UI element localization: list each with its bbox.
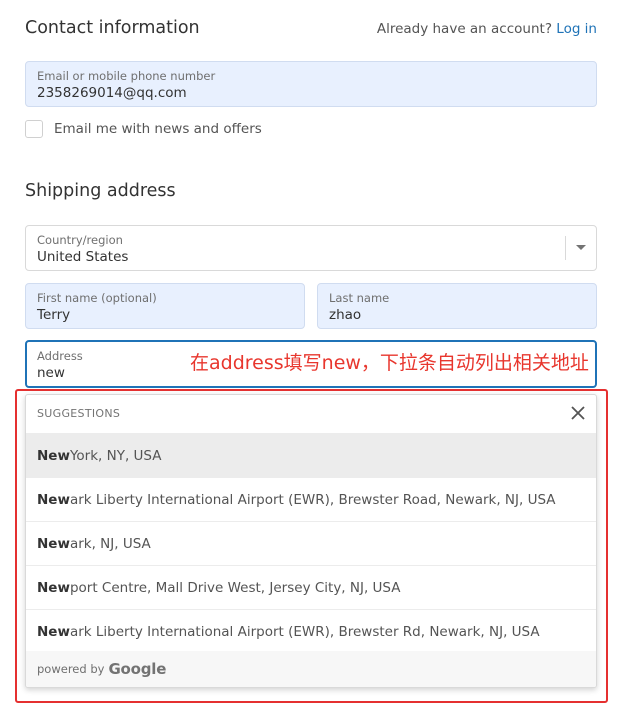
suggestion-item[interactable]: New ark Liberty International Airport (EW… <box>26 609 596 653</box>
powered-by-text: powered by <box>37 662 105 676</box>
email-field[interactable]: Email or mobile phone number 2358269014@… <box>25 61 597 107</box>
country-label: Country/region <box>37 233 123 247</box>
suggestion-match: New <box>37 535 70 552</box>
suggestion-rest: York, NY, USA <box>69 447 162 464</box>
suggestion-match: New <box>37 491 70 508</box>
login-link[interactable]: Log in <box>556 21 597 37</box>
suggestion-item[interactable]: New ark Liberty International Airport (EW… <box>26 477 596 521</box>
first-name-field[interactable]: First name (optional) Terry <box>25 283 305 329</box>
suggestion-match: New <box>37 623 70 640</box>
country-select[interactable]: Country/region United States <box>25 225 597 271</box>
address-label: Address <box>37 349 83 363</box>
email-field-label: Email or mobile phone number <box>37 69 216 83</box>
google-logo: Google <box>108 660 167 678</box>
have-account-prompt: Already have an account? Log in <box>377 21 597 37</box>
contact-section-title: Contact information <box>25 18 200 38</box>
annotation-note: 在address填写new，下拉条自动列出相关地址 <box>190 352 589 374</box>
newsletter-option[interactable]: Email me with news and offers <box>25 119 262 139</box>
suggestion-match: New <box>37 447 70 464</box>
country-value: United States <box>37 249 129 265</box>
suggestions-title: SUGGESTIONS <box>37 407 121 420</box>
last-name-value: zhao <box>329 307 362 323</box>
last-name-field[interactable]: Last name zhao <box>317 283 597 329</box>
suggestion-rest: ark Liberty International Airport (EWR),… <box>69 491 556 508</box>
newsletter-checkbox[interactable] <box>25 120 43 138</box>
address-value: new <box>37 365 65 381</box>
suggestion-rest: ark, NJ, USA <box>69 535 151 552</box>
chevron-down-icon <box>576 245 586 250</box>
suggestion-item[interactable]: New port Centre, Mall Drive West, Jersey … <box>26 565 596 609</box>
newsletter-label: Email me with news and offers <box>54 121 262 137</box>
close-icon[interactable] <box>570 405 586 421</box>
suggestion-match: New <box>37 579 70 596</box>
suggestion-rest: port Centre, Mall Drive West, Jersey Cit… <box>69 579 401 596</box>
powered-by-footer: powered by Google <box>26 651 596 687</box>
email-field-value: 2358269014@qq.com <box>37 85 187 101</box>
suggestion-item[interactable]: New York, NY, USA <box>26 433 596 477</box>
suggestion-rest: ark Liberty International Airport (EWR),… <box>69 623 540 640</box>
first-name-value: Terry <box>37 307 71 323</box>
select-divider <box>565 236 566 260</box>
shipping-section-title: Shipping address <box>25 181 176 201</box>
address-suggestions-dropdown: SUGGESTIONS New York, NY, USA New ark Lib… <box>25 394 597 688</box>
have-account-text: Already have an account? <box>376 21 552 37</box>
last-name-label: Last name <box>329 291 390 305</box>
suggestion-item[interactable]: New ark, NJ, USA <box>26 521 596 565</box>
first-name-label: First name (optional) <box>37 291 157 305</box>
suggestions-header: SUGGESTIONS <box>26 395 596 433</box>
